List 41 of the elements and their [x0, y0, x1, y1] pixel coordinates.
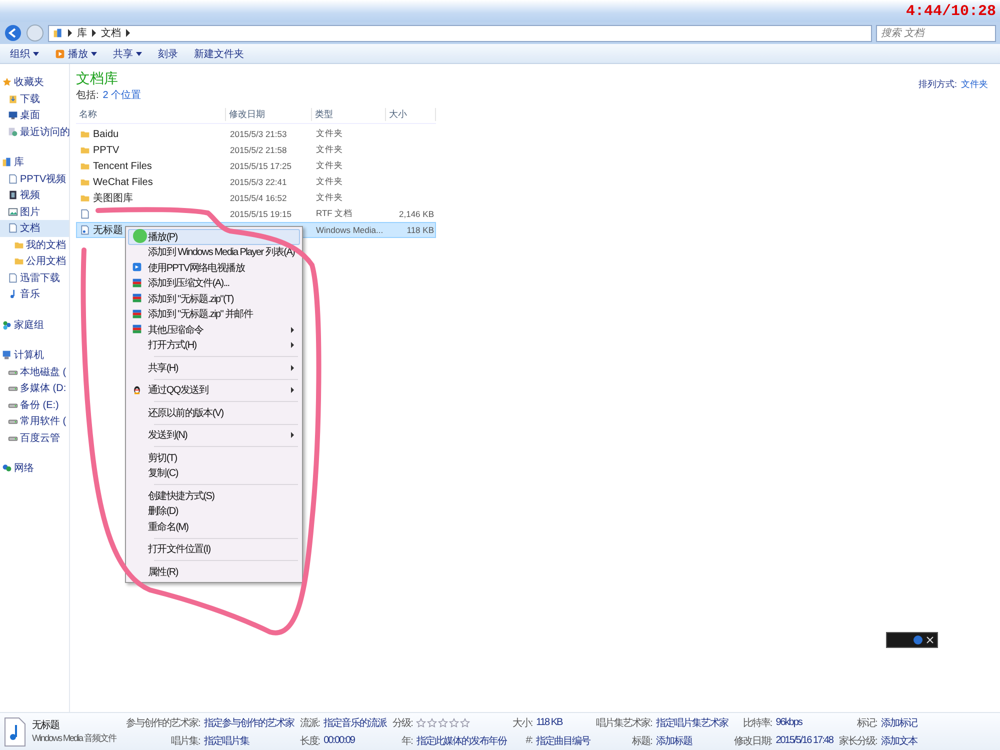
property-label: 唱片集艺术家:	[596, 716, 652, 730]
property-label: #:	[524, 735, 532, 746]
file-name: 无标题	[93, 224, 123, 237]
date-text: 2015/5/4 16:52	[230, 193, 287, 203]
type-text: 文件夹	[316, 192, 343, 204]
property-label: 标记:	[856, 716, 877, 730]
date-text: 2015/5/3 22:41	[230, 177, 287, 187]
property-label: 流派:	[300, 716, 320, 730]
date-text: 2015/5/2 21:58	[230, 145, 287, 155]
size-text: 2,146 KB	[399, 209, 434, 219]
type-text: 文件夹	[316, 128, 343, 140]
size-text: 118 KB	[406, 225, 434, 235]
property-label: 大小:	[512, 716, 532, 730]
includes-label: 包括:	[76, 89, 99, 102]
file-type: Windows Media 音频文件	[32, 732, 118, 745]
file-name: Baidu	[93, 128, 119, 140]
type-text: Windows Media...	[316, 225, 384, 235]
file-title: 无标题	[32, 718, 60, 732]
file-name: Tencent Files	[93, 160, 152, 172]
arrange-label: 排列方式:	[918, 78, 957, 91]
type-text: RTF 文档	[316, 208, 353, 220]
type-text: 文件夹	[316, 176, 343, 188]
file-name: WeChat Files	[93, 176, 153, 188]
property-label: 年:	[400, 734, 412, 748]
type-text: 文件夹	[316, 144, 343, 156]
property-label: 长度:	[300, 734, 320, 748]
property-label: 家长分级:	[838, 734, 877, 748]
property-label: 标题:	[631, 734, 652, 748]
property-label: 比特率:	[742, 716, 772, 730]
date-text: 2015/5/15 19:15	[230, 209, 292, 219]
date-text: 2015/5/15 17:25	[230, 161, 292, 171]
property-label: 唱片集:	[170, 734, 200, 748]
property-label: 修改日期:	[734, 734, 772, 748]
clock-text: 4:44/10:28	[906, 2, 996, 20]
file-name: 美图图库	[93, 192, 133, 205]
date-text: 2015/5/3 21:53	[230, 129, 287, 139]
property-label: 参与创作的艺术家:	[126, 716, 200, 730]
library-title: 文档库	[76, 70, 119, 88]
property-label: 分级:	[392, 716, 412, 730]
type-text: 文件夹	[316, 160, 343, 172]
file-name: PPTV	[93, 144, 120, 156]
